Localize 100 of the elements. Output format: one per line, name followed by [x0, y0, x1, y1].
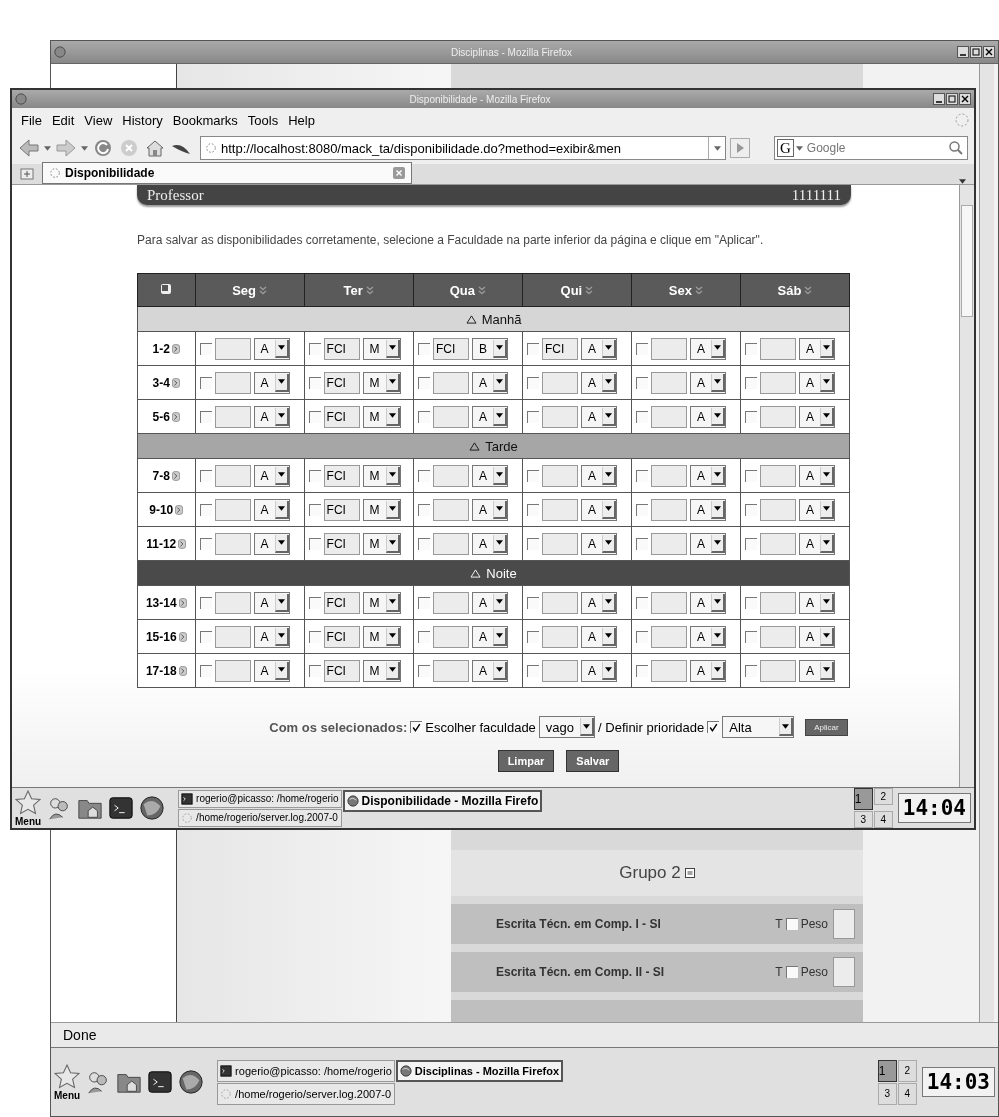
- priority-select[interactable]: A: [471, 405, 508, 428]
- chevron-right-icon[interactable]: [178, 631, 187, 642]
- faculty-field[interactable]: [541, 371, 578, 394]
- faculty-field[interactable]: FCI: [323, 464, 360, 487]
- checkbox[interactable]: [199, 376, 212, 389]
- day-header[interactable]: Qui: [522, 273, 632, 307]
- period-header[interactable]: Manhã: [137, 306, 850, 332]
- faculty-field[interactable]: [759, 337, 796, 360]
- chevron-right-icon[interactable]: [171, 377, 180, 388]
- weight-field[interactable]: [833, 957, 855, 987]
- checkbox[interactable]: [744, 410, 757, 423]
- priority-select[interactable]: A: [798, 532, 835, 555]
- chevron-right-icon[interactable]: [178, 665, 187, 676]
- priority-select[interactable]: A: [689, 659, 726, 682]
- priority-select[interactable]: A: [580, 464, 617, 487]
- day-header[interactable]: Sáb: [740, 273, 850, 307]
- priority-select[interactable]: A: [798, 464, 835, 487]
- checkbox[interactable]: [635, 342, 648, 355]
- apply-button[interactable]: Aplicar: [805, 718, 848, 736]
- menu-item[interactable]: Help: [283, 112, 320, 128]
- priority-select[interactable]: A: [253, 625, 290, 648]
- day-header[interactable]: Qua: [413, 273, 523, 307]
- faculty-field[interactable]: [214, 625, 251, 648]
- faculty-field[interactable]: FCI: [323, 532, 360, 555]
- faculty-field[interactable]: [214, 532, 251, 555]
- priority-select[interactable]: A: [689, 337, 726, 360]
- faculty-field[interactable]: [432, 405, 469, 428]
- faculty-field[interactable]: FCI: [323, 591, 360, 614]
- checkbox[interactable]: [308, 342, 321, 355]
- checkbox[interactable]: [526, 376, 539, 389]
- priority-select[interactable]: A: [580, 371, 617, 394]
- priority-select[interactable]: A: [471, 498, 508, 521]
- checkbox[interactable]: [199, 503, 212, 516]
- faculty-field[interactable]: [214, 371, 251, 394]
- faculty-field[interactable]: [650, 532, 687, 555]
- priority-select[interactable]: A: [689, 371, 726, 394]
- faculty-field[interactable]: [650, 625, 687, 648]
- search-icon[interactable]: [948, 140, 964, 156]
- faculty-field[interactable]: [541, 625, 578, 648]
- checkbox[interactable]: [199, 537, 212, 550]
- checkbox[interactable]: [308, 664, 321, 677]
- weight-field[interactable]: [833, 909, 855, 939]
- checkbox[interactable]: [785, 966, 798, 978]
- taskbar-button[interactable]: Disponibilidade - Mozilla Firefo: [342, 789, 543, 812]
- checkbox[interactable]: [308, 537, 321, 550]
- priority-select[interactable]: A: [253, 464, 290, 487]
- menu-item[interactable]: Tools: [242, 112, 284, 128]
- menu-item[interactable]: History: [117, 112, 168, 128]
- menu-item[interactable]: Edit: [46, 112, 80, 128]
- checkbox[interactable]: [526, 469, 539, 482]
- back-icon[interactable]: [18, 138, 40, 158]
- go-icon[interactable]: [730, 138, 750, 158]
- workspace-button[interactable]: 3: [853, 811, 873, 828]
- checkbox[interactable]: [308, 410, 321, 423]
- checkbox[interactable]: [744, 342, 757, 355]
- checkbox[interactable]: [308, 469, 321, 482]
- priority-select[interactable]: A: [580, 659, 617, 682]
- checkbox[interactable]: [526, 342, 539, 355]
- checkbox[interactable]: [635, 630, 648, 643]
- faculty-field[interactable]: [650, 591, 687, 614]
- faculty-select[interactable]: vago: [538, 716, 596, 738]
- faculty-field[interactable]: FCI: [323, 405, 360, 428]
- priority-select[interactable]: A: [253, 337, 290, 360]
- priority-select[interactable]: A: [798, 371, 835, 394]
- faculty-field[interactable]: [214, 659, 251, 682]
- faculty-field[interactable]: [759, 498, 796, 521]
- priority-select[interactable]: M: [362, 625, 401, 648]
- taskbar-button[interactable]: rogerio@picasso: /home/rogerio: [178, 789, 342, 808]
- menu-item[interactable]: View: [79, 112, 118, 128]
- faculty-field[interactable]: [759, 405, 796, 428]
- priority-select[interactable]: A: [253, 591, 290, 614]
- checkbox[interactable]: [199, 342, 212, 355]
- faculty-field[interactable]: [650, 405, 687, 428]
- faculty-field[interactable]: [650, 464, 687, 487]
- faculty-field[interactable]: [759, 591, 796, 614]
- priority-select[interactable]: A: [471, 464, 508, 487]
- taskbar-button[interactable]: /home/rogerio/server.log.2007-0: [217, 1082, 395, 1105]
- faculty-field[interactable]: [214, 405, 251, 428]
- checkbox[interactable]: [744, 630, 757, 643]
- checkbox[interactable]: [417, 469, 430, 482]
- chevron-right-icon[interactable]: [171, 470, 180, 481]
- collapse-icon[interactable]: [684, 868, 695, 878]
- faculty-field[interactable]: [759, 659, 796, 682]
- priority-select[interactable]: M: [362, 405, 401, 428]
- new-tab-icon[interactable]: [20, 167, 34, 181]
- caret-icon[interactable]: [795, 145, 803, 151]
- taskbar-button[interactable]: Disciplinas - Mozilla Firefox: [395, 1059, 564, 1082]
- checkbox[interactable]: [199, 596, 212, 609]
- faculty-field[interactable]: [650, 659, 687, 682]
- faculty-field[interactable]: [541, 591, 578, 614]
- faculty-field[interactable]: [432, 591, 469, 614]
- faculty-field[interactable]: [650, 337, 687, 360]
- priority-select[interactable]: A: [471, 659, 508, 682]
- faculty-field[interactable]: [214, 591, 251, 614]
- faculty-field[interactable]: FCI: [432, 337, 469, 360]
- priority-select[interactable]: A: [689, 405, 726, 428]
- faculty-field[interactable]: [650, 498, 687, 521]
- priority-select[interactable]: A: [253, 659, 290, 682]
- priority-select[interactable]: A: [471, 591, 508, 614]
- faculty-field[interactable]: [759, 532, 796, 555]
